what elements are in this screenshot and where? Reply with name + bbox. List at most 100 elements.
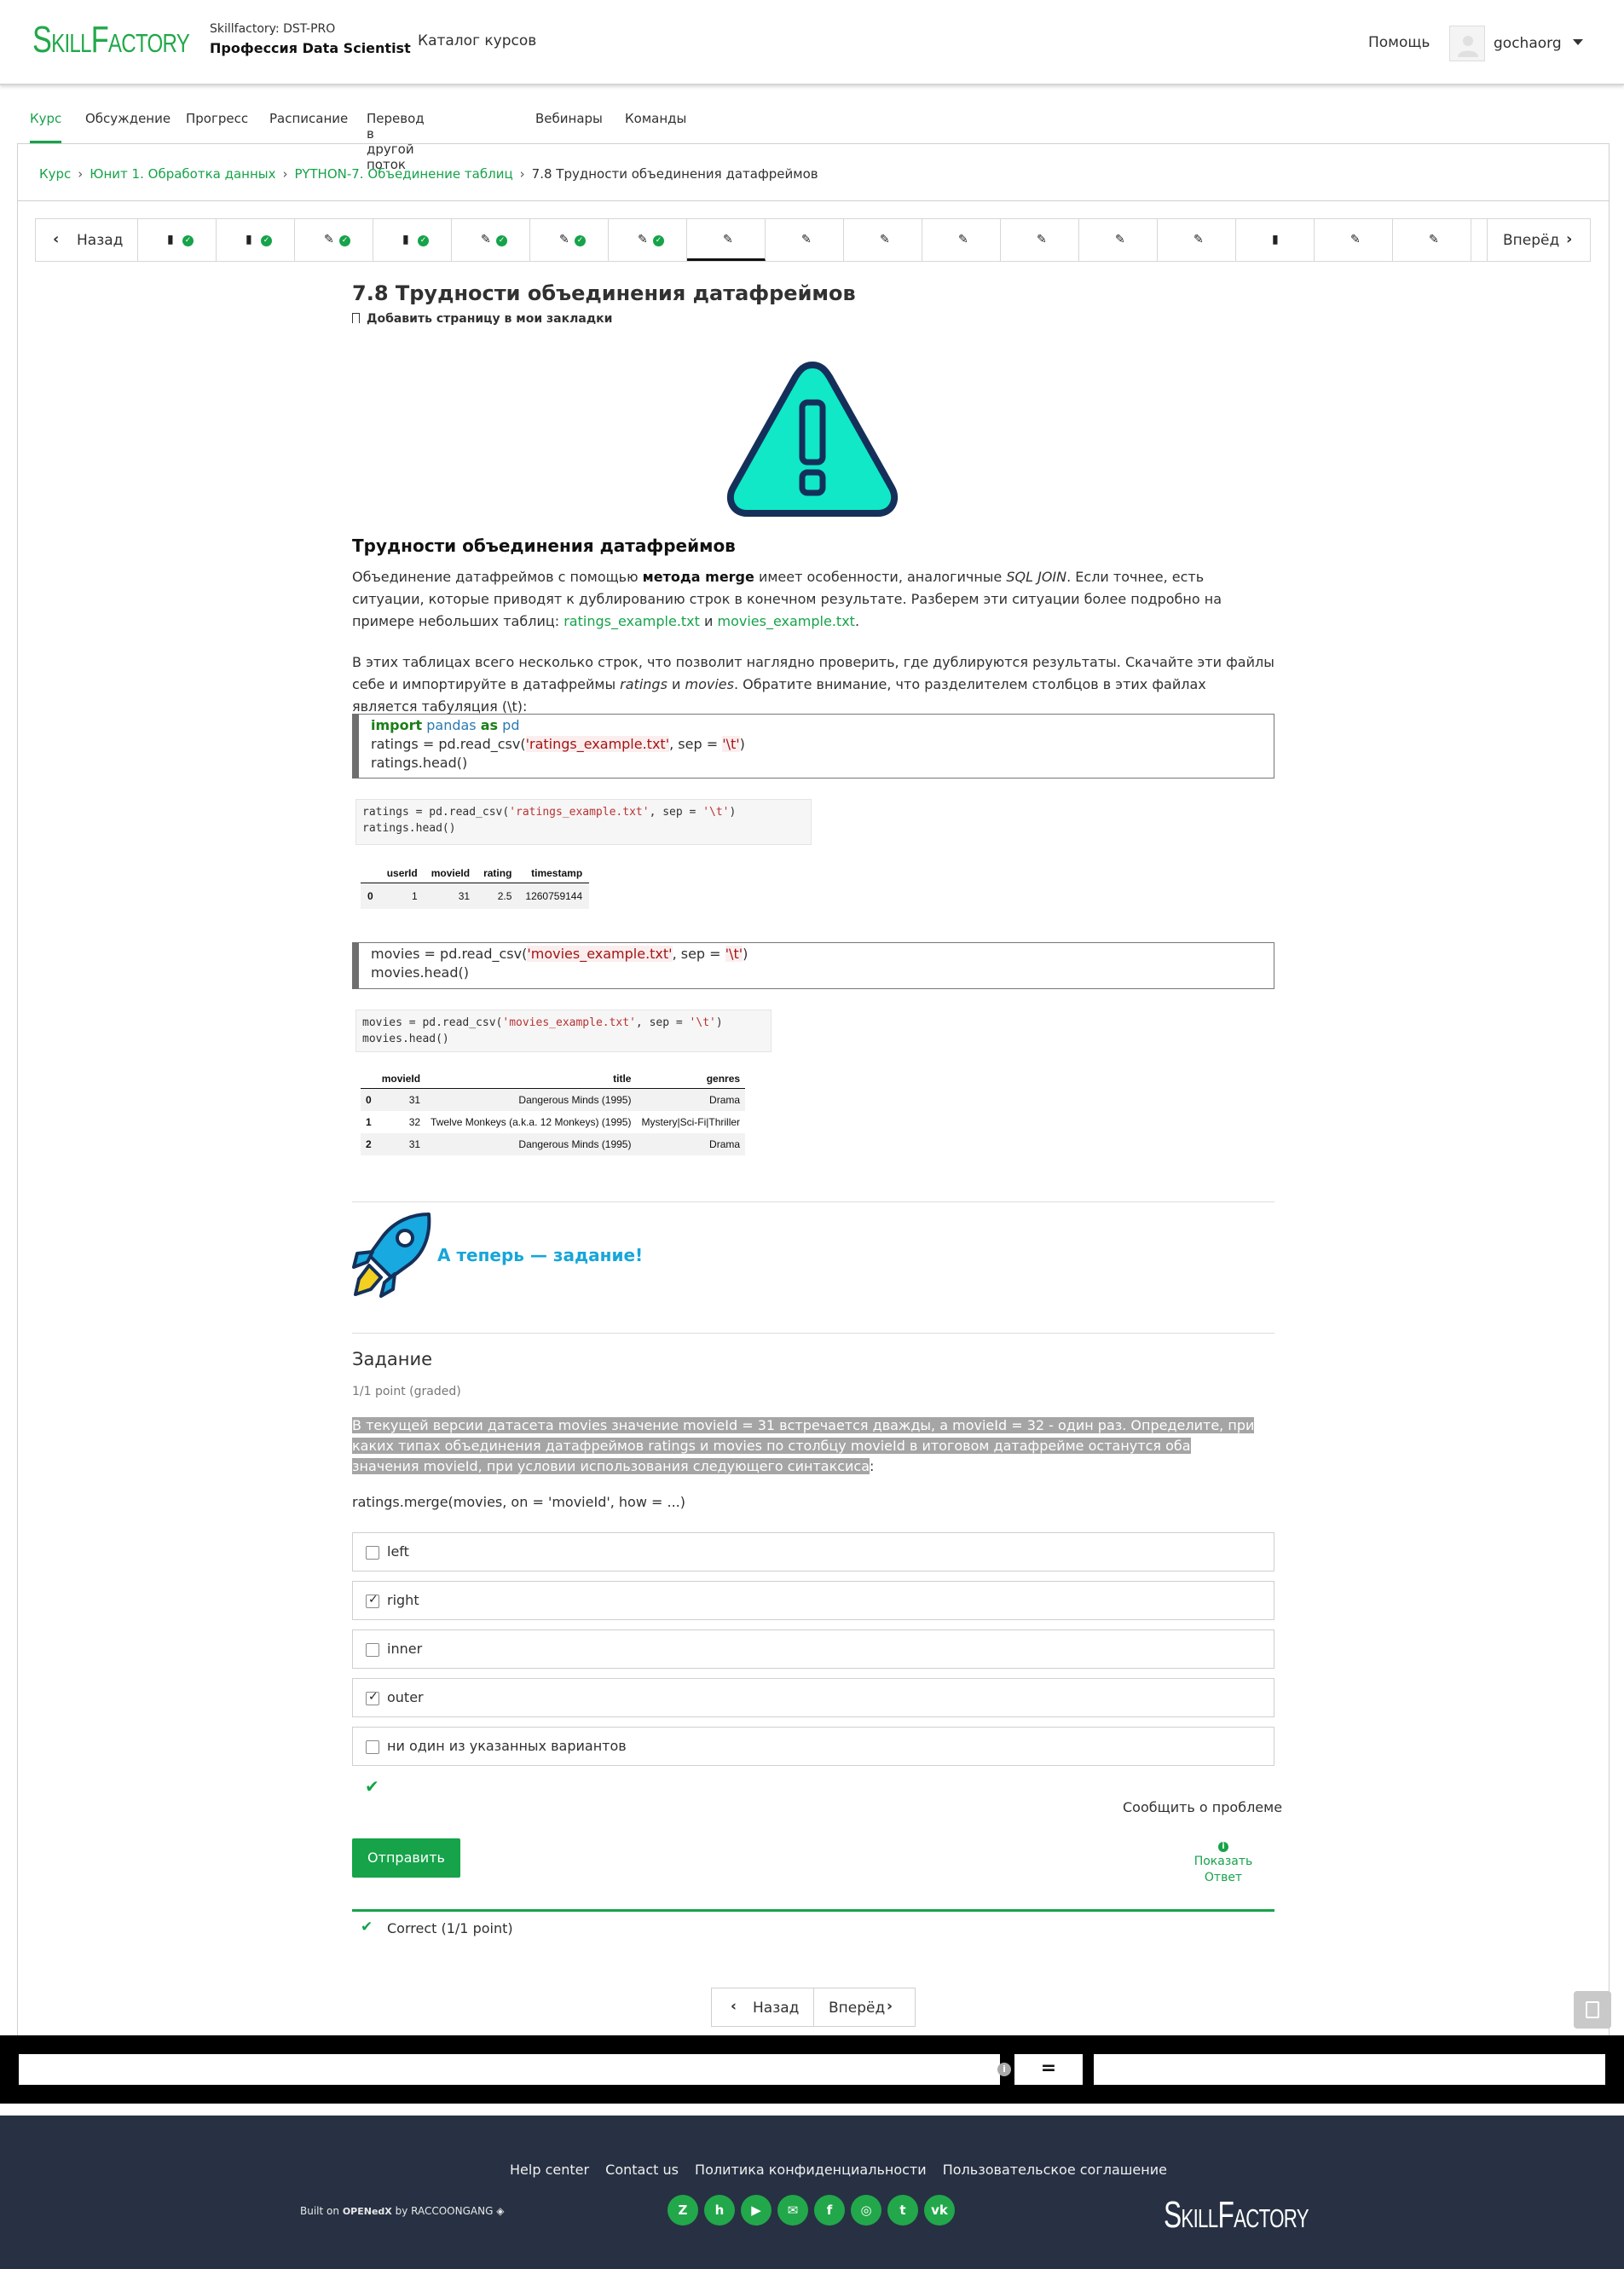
report-problem-link[interactable]: Сообщить о проблеме [1123, 1799, 1282, 1815]
sequence-item[interactable]: ✎ ✓ [530, 219, 609, 261]
tab-teams[interactable]: Команды [625, 101, 686, 143]
chevron-down-icon[interactable] [1573, 39, 1583, 45]
site-footer: Help center Contact us Политика конфиден… [0, 2116, 1624, 2269]
sequence-item[interactable]: ✎ [844, 219, 922, 261]
openedx-logo[interactable]: OPENedX [343, 2206, 392, 2217]
task-callout: А теперь — задание! [437, 1245, 644, 1265]
column-header [361, 864, 380, 883]
choice-checkbox[interactable] [366, 1546, 379, 1560]
sequence-item[interactable]: ✎ ✓ [295, 219, 373, 261]
edit-icon: ✎ [1193, 233, 1204, 246]
footer-link-help[interactable]: Help center [510, 2162, 589, 2178]
bookmark-button[interactable]: Добавить страницу в мои закладки [352, 312, 612, 326]
tab-course[interactable]: Курс [30, 101, 62, 143]
choice-checkbox[interactable] [366, 1690, 379, 1705]
edit-icon: ✎ [801, 233, 812, 246]
skillfactory-logo[interactable]: SkillFactory [32, 19, 190, 61]
sequence-item[interactable]: ✎ [1079, 219, 1158, 261]
check-circle-icon: ✓ [575, 235, 586, 246]
sequence-item[interactable]: ✎ [1158, 219, 1236, 261]
check-icon: ✔ [361, 1919, 373, 1936]
sequence-item[interactable]: ✎ ✓ [452, 219, 530, 261]
tab-webinars[interactable]: Вебинары [535, 101, 603, 143]
zen-icon[interactable]: Z [668, 2195, 698, 2226]
sequence-item[interactable]: ▮ ✓ [373, 219, 452, 261]
footer-link-terms[interactable]: Пользовательское соглашение [943, 2162, 1167, 2178]
correct-check-icon: ✔ [365, 1776, 379, 1797]
edit-icon: ✎ [1350, 233, 1361, 246]
bottom-prev-button[interactable]: ‹ Назад [712, 1988, 814, 2026]
avatar[interactable] [1449, 26, 1485, 61]
calculator-input[interactable]: i [19, 2054, 1011, 2085]
catalog-link[interactable]: Каталог курсов [418, 32, 536, 49]
course-org: Skillfactory: DST-PRO [210, 22, 336, 36]
check-circle-icon: ✓ [496, 235, 507, 246]
tab-discussion[interactable]: Обсуждение [85, 101, 170, 143]
choice-checkbox[interactable] [366, 1740, 379, 1754]
tab-progress[interactable]: Прогресс [186, 101, 248, 143]
submit-button[interactable]: Отправить [352, 1838, 460, 1878]
help-link[interactable]: Помощь [1368, 34, 1430, 51]
book-icon: ▮ [246, 233, 252, 246]
sequence-item[interactable]: ✎ [766, 219, 844, 261]
notebook-cell-movies: movies = pd.read_csv('movies_example.txt… [355, 1010, 772, 1052]
twitter-icon[interactable]: t [887, 2195, 918, 2226]
breadcrumb-section[interactable]: PYTHON-7. Объединение таблиц [295, 166, 513, 182]
breadcrumb-unit[interactable]: Юнит 1. Обработка данных [90, 166, 275, 182]
choice-option[interactable]: ни один из указанных вариантов [352, 1727, 1274, 1766]
sequence-item[interactable]: ✎ ✓ [609, 219, 687, 261]
sequence-item[interactable]: ✎ [922, 219, 1001, 261]
column-header: title [425, 1069, 637, 1089]
choice-option[interactable]: right [352, 1581, 1274, 1620]
show-answer-button[interactable]: i Показать Ответ [1176, 1842, 1270, 1886]
breadcrumb: Курс › Юнит 1. Обработка данных › PYTHON-7. … [39, 166, 818, 182]
calculator-equals-button[interactable]: = [1014, 2054, 1083, 2085]
sequence-item[interactable]: ▮ ✓ [217, 219, 295, 261]
sequence-next-button[interactable]: Вперёд › [1487, 219, 1591, 261]
footer-link-contact[interactable]: Contact us [605, 2162, 679, 2178]
sequence-item[interactable]: ✎ [687, 219, 766, 261]
tab-schedule[interactable]: Расписание [269, 101, 348, 143]
ratings-file-link[interactable]: ratings_example.txt [563, 613, 700, 629]
movies-file-link[interactable]: movies_example.txt [718, 613, 855, 629]
sequence-item[interactable]: ▮ ✓ [138, 219, 217, 261]
info-icon: i [1218, 1842, 1228, 1852]
table-cell: 2.5 [477, 883, 519, 909]
chat-icon[interactable]: ✉ [777, 2195, 808, 2226]
table-cell: 1 [379, 883, 425, 909]
table-row: 2 31 Dangerous Minds (1995) Drama [361, 1133, 746, 1155]
calculator-toggle-button[interactable] [1574, 1991, 1611, 2029]
code-block-movies: movies = pd.read_csv('movies_example.txt… [352, 942, 1274, 989]
sequence-prev-button[interactable]: ‹ Назад [36, 219, 138, 261]
choice-option[interactable]: outer [352, 1678, 1274, 1717]
facebook-icon[interactable]: f [814, 2195, 845, 2226]
choice-checkbox[interactable] [366, 1643, 379, 1657]
sequence-item[interactable]: ✎ [1315, 219, 1393, 261]
footer-link-privacy[interactable]: Политика конфиденциальности [695, 2162, 927, 2178]
notebook-cell-ratings: ratings = pd.read_csv('ratings_example.t… [355, 799, 812, 845]
divider [352, 1201, 1274, 1202]
sequence-item[interactable]: ▮ [1236, 219, 1315, 261]
chevron-left-icon: ‹ [731, 1998, 737, 2015]
choice-label: left [387, 1543, 409, 1560]
instagram-icon[interactable]: ◎ [851, 2195, 881, 2226]
footer-logo[interactable]: SkillFactory [1164, 2194, 1309, 2237]
table-row: 0 1 31 2.5 1260759144 [361, 883, 590, 909]
tab-transfer[interactable]: Перевод в другой поток [367, 101, 425, 172]
edit-icon: ✎ [638, 233, 648, 246]
sequence-item[interactable]: ✎ [1001, 219, 1079, 261]
user-menu[interactable]: gochaorg [1449, 26, 1594, 61]
breadcrumb-course[interactable]: Курс [39, 166, 71, 182]
habr-icon[interactable]: h [704, 2195, 735, 2226]
sequence-item[interactable]: ✎ [1393, 219, 1471, 261]
info-icon[interactable]: i [997, 2063, 1011, 2076]
vk-icon[interactable]: vk [924, 2195, 955, 2226]
column-header: movieId [424, 864, 477, 883]
youtube-icon[interactable]: ▶ [741, 2195, 772, 2226]
choice-checkbox[interactable] [366, 1593, 379, 1608]
table-cell: 31 [424, 883, 477, 909]
choice-option[interactable]: inner [352, 1629, 1274, 1669]
choice-option[interactable]: left [352, 1532, 1274, 1572]
username[interactable]: gochaorg [1494, 35, 1562, 52]
edit-icon: ✎ [1429, 233, 1439, 246]
